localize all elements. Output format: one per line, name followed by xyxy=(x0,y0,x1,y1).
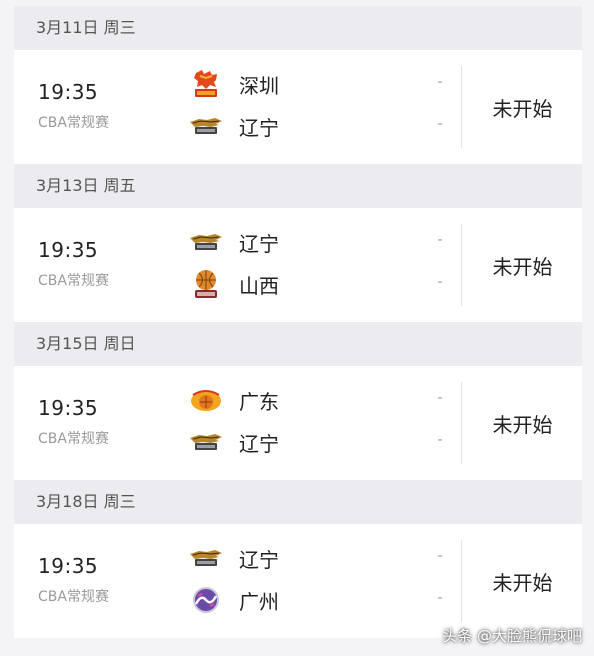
shanxi-basketball-logo-icon xyxy=(189,270,223,298)
league-label: CBA常规赛 xyxy=(38,589,109,605)
match-time: 19:35 xyxy=(38,238,99,262)
match-time: 19:35 xyxy=(38,554,99,578)
match-card[interactable]: 19:35 CBA常规赛 辽宁 广州 - - 未开始 xyxy=(14,524,582,638)
divider xyxy=(461,540,462,622)
guangzhou-loong-lions-logo-icon xyxy=(189,586,223,614)
away-team: 辽宁 xyxy=(189,110,279,142)
divider xyxy=(461,66,462,148)
team-name: 辽宁 xyxy=(239,431,279,456)
home-team: 辽宁 xyxy=(189,226,279,258)
match-card[interactable]: 19:35 CBA常规赛 广东 辽宁 - - 未开始 xyxy=(14,366,582,480)
date-header: 3月13日 周五 xyxy=(14,164,582,208)
home-score: - xyxy=(437,232,443,248)
team-name: 山西 xyxy=(239,273,279,298)
team-name: 深圳 xyxy=(239,73,279,98)
match-time: 19:35 xyxy=(38,80,99,104)
guangdong-tigers-logo-icon xyxy=(189,386,223,414)
liaoning-flying-leopards-logo-icon xyxy=(189,544,223,572)
team-name: 辽宁 xyxy=(239,231,279,256)
team-name: 广东 xyxy=(239,389,279,414)
liaoning-flying-leopards-logo-icon xyxy=(189,428,223,456)
away-score: - xyxy=(437,274,443,290)
match-status: 未开始 xyxy=(492,254,553,279)
divider xyxy=(461,382,462,464)
away-team: 山西 xyxy=(189,268,279,300)
league-label: CBA常规赛 xyxy=(38,115,109,131)
home-team: 深圳 xyxy=(189,68,279,100)
away-team: 辽宁 xyxy=(189,426,279,458)
home-team: 广东 xyxy=(189,384,279,416)
league-label: CBA常规赛 xyxy=(38,273,109,289)
away-score: - xyxy=(437,116,443,132)
divider xyxy=(461,224,462,306)
match-status: 未开始 xyxy=(492,96,553,121)
home-team: 辽宁 xyxy=(189,542,279,574)
date-header: 3月18日 周三 xyxy=(14,480,582,524)
liaoning-flying-leopards-logo-icon xyxy=(189,228,223,256)
away-score: - xyxy=(437,432,443,448)
home-score: - xyxy=(437,74,443,90)
schedule-list: 3月11日 周三 19:35 CBA常规赛 深圳 辽宁 - - 未开始 3月13… xyxy=(14,6,582,638)
match-status: 未开始 xyxy=(492,570,553,595)
team-name: 广州 xyxy=(239,589,279,614)
team-name: 辽宁 xyxy=(239,547,279,572)
match-time: 19:35 xyxy=(38,396,99,420)
home-score: - xyxy=(437,548,443,564)
date-header: 3月11日 周三 xyxy=(14,6,582,50)
league-label: CBA常规赛 xyxy=(38,431,109,447)
team-name: 辽宁 xyxy=(239,115,279,140)
away-score: - xyxy=(437,590,443,606)
shenzhen-tiger-logo-icon xyxy=(189,70,223,98)
match-status: 未开始 xyxy=(492,412,553,437)
away-team: 广州 xyxy=(189,584,279,616)
date-header: 3月15日 周日 xyxy=(14,322,582,366)
liaoning-flying-leopards-logo-icon xyxy=(189,112,223,140)
match-card[interactable]: 19:35 CBA常规赛 辽宁 山西 - - 未开始 xyxy=(14,208,582,322)
match-card[interactable]: 19:35 CBA常规赛 深圳 辽宁 - - 未开始 xyxy=(14,50,582,164)
home-score: - xyxy=(437,390,443,406)
watermark-text: 头条 @大脸熊侃球吧 xyxy=(442,627,582,645)
